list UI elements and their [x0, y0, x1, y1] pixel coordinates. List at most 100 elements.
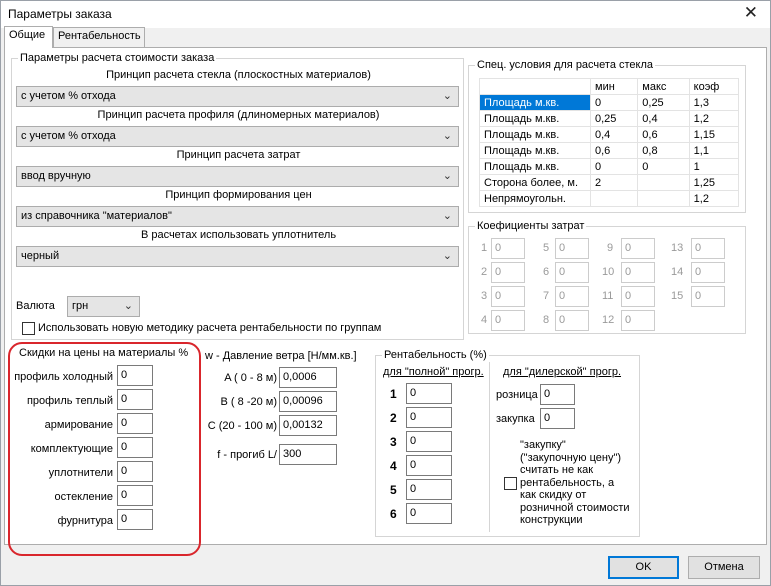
full-profit-field-1[interactable]: 0 [406, 383, 452, 404]
table-cell[interactable]: Площадь м.кв. [479, 110, 591, 127]
coef-number: 15 [671, 290, 684, 302]
table-cell[interactable]: 1,25 [688, 174, 740, 191]
glass-principle-value: с учетом % отхода [21, 90, 116, 102]
discount-hardware-field[interactable]: 0 [117, 509, 153, 530]
discount-accessories-field[interactable]: 0 [117, 437, 153, 458]
coef-number: 5 [543, 242, 550, 254]
table-row[interactable]: Непрямоугольн. 1,2 [479, 190, 740, 207]
table-row[interactable]: Площадь м.кв. 0 0,25 1,3 [479, 94, 740, 111]
coef-field-7[interactable]: 0 [555, 286, 589, 307]
full-profit-field-4[interactable]: 0 [406, 455, 452, 476]
currency-select[interactable]: грн ⌄ [67, 296, 140, 317]
discount-profile-cold-field[interactable]: 0 [117, 365, 153, 386]
coef-field-15[interactable]: 0 [691, 286, 725, 307]
table-cell[interactable]: Площадь м.кв. [479, 94, 591, 111]
purchase-as-discount-checkbox[interactable] [504, 477, 517, 490]
coef-field-11[interactable]: 0 [621, 286, 655, 307]
table-cell[interactable]: 2 [589, 174, 639, 191]
table-cell[interactable]: Непрямоугольн. [479, 190, 591, 207]
coef-field-5[interactable]: 0 [555, 238, 589, 259]
currency-value: грн [72, 300, 89, 312]
table-cell[interactable]: Площадь м.кв. [479, 158, 591, 175]
full-profit-field-3[interactable]: 0 [406, 431, 452, 452]
retail-field[interactable]: 0 [540, 384, 575, 405]
full-program-label: для "полной" прогр. [383, 366, 484, 378]
note-line: конструкции [520, 514, 583, 526]
coef-number: 12 [602, 314, 615, 326]
table-row[interactable]: Площадь м.кв. 0 0 1 [479, 158, 740, 175]
note-line: розничной стоимости [520, 501, 630, 514]
wind-c-field[interactable]: 0,00132 [279, 415, 337, 436]
coef-field-6[interactable]: 0 [555, 262, 589, 283]
new-method-checkbox[interactable] [22, 322, 35, 335]
coef-field-8[interactable]: 0 [555, 310, 589, 331]
coef-field-10[interactable]: 0 [621, 262, 655, 283]
glass-conditions-title: Спец. условия для расчета стекла [475, 59, 656, 71]
table-cell[interactable]: 0 [589, 158, 639, 175]
deflection-field[interactable]: 300 [279, 444, 337, 465]
tab-general[interactable]: Общие [4, 26, 53, 48]
full-profit-field-6[interactable]: 0 [406, 503, 452, 524]
table-cell[interactable]: 1,2 [688, 110, 740, 127]
profile-principle-select[interactable]: с учетом % отхода ⌄ [16, 126, 459, 147]
general-tab-panel: Параметры расчета стоимости заказа Принц… [4, 47, 767, 556]
prices-principle-select[interactable]: из справочника "материалов" ⌄ [16, 206, 459, 227]
purchase-field[interactable]: 0 [540, 408, 575, 429]
discount-seals-field[interactable]: 0 [117, 461, 153, 482]
note-line: ("закупочную цену") [520, 451, 622, 464]
table-cell[interactable]: 0,4 [637, 110, 690, 127]
table-cell[interactable]: 1,1 [688, 142, 740, 159]
ok-button[interactable]: OK [608, 556, 679, 579]
cancel-button[interactable]: Отмена [688, 556, 760, 579]
coef-number: 11 [602, 290, 614, 302]
table-cell[interactable]: 0,25 [589, 110, 639, 127]
glass-principle-select[interactable]: с учетом % отхода ⌄ [16, 86, 459, 107]
dealer-program-label: для "дилерской" прогр. [503, 366, 622, 378]
divider [489, 362, 490, 532]
full-profit-field-5[interactable]: 0 [406, 479, 452, 500]
table-cell[interactable]: 0,6 [637, 126, 690, 143]
tab-profitability[interactable]: Рентабельность [53, 27, 145, 47]
table-cell[interactable] [637, 190, 690, 207]
table-cell[interactable]: Площадь м.кв. [479, 126, 591, 143]
coef-field-9[interactable]: 0 [621, 238, 655, 259]
costs-principle-select[interactable]: ввод вручную ⌄ [16, 166, 459, 187]
coef-field-13[interactable]: 0 [691, 238, 725, 259]
full-profit-field-2[interactable]: 0 [406, 407, 452, 428]
coef-number: 4 [481, 314, 488, 326]
table-cell[interactable]: 1,2 [688, 190, 740, 207]
discount-glazing-field[interactable]: 0 [117, 485, 153, 506]
deflection-label: f - прогиб L/ [217, 449, 277, 461]
profile-principle-value: с учетом % отхода [21, 130, 116, 142]
coef-field-3[interactable]: 0 [491, 286, 525, 307]
discount-reinforcement-field[interactable]: 0 [117, 413, 153, 434]
close-icon[interactable]: ✕ [744, 3, 758, 23]
table-cell[interactable]: 0,25 [637, 94, 690, 111]
table-cell[interactable] [589, 190, 639, 207]
table-cell[interactable]: 0,8 [637, 142, 690, 159]
discounts-group: Скидки на цены на материалы % профиль хо… [14, 347, 197, 543]
table-cell[interactable]: 0 [637, 158, 690, 175]
table-cell[interactable] [637, 174, 690, 191]
coef-field-1[interactable]: 0 [491, 238, 525, 259]
coef-field-4[interactable]: 0 [491, 310, 525, 331]
seal-select[interactable]: черный ⌄ [16, 246, 459, 267]
coef-field-2[interactable]: 0 [491, 262, 525, 283]
table-cell[interactable]: 1,3 [688, 94, 740, 111]
coef-field-12[interactable]: 0 [621, 310, 655, 331]
table-row[interactable]: Площадь м.кв. 0,6 0,8 1,1 [479, 142, 740, 159]
table-row[interactable]: Площадь м.кв. 0,4 0,6 1,15 [479, 126, 740, 143]
table-cell[interactable]: 0,6 [589, 142, 639, 159]
coef-field-14[interactable]: 0 [691, 262, 725, 283]
wind-a-field[interactable]: 0,0006 [279, 367, 337, 388]
table-cell[interactable]: 1,15 [688, 126, 740, 143]
table-cell[interactable]: 0,4 [589, 126, 639, 143]
table-row[interactable]: Площадь м.кв. 0,25 0,4 1,2 [479, 110, 740, 127]
wind-b-field[interactable]: 0,00096 [279, 391, 337, 412]
table-cell[interactable]: 1 [688, 158, 740, 175]
table-row[interactable]: Сторона более, м. 2 1,25 [479, 174, 740, 191]
table-cell[interactable]: Сторона более, м. [479, 174, 591, 191]
discount-profile-warm-field[interactable]: 0 [117, 389, 153, 410]
table-cell[interactable]: Площадь м.кв. [479, 142, 591, 159]
table-cell[interactable]: 0 [589, 94, 639, 111]
